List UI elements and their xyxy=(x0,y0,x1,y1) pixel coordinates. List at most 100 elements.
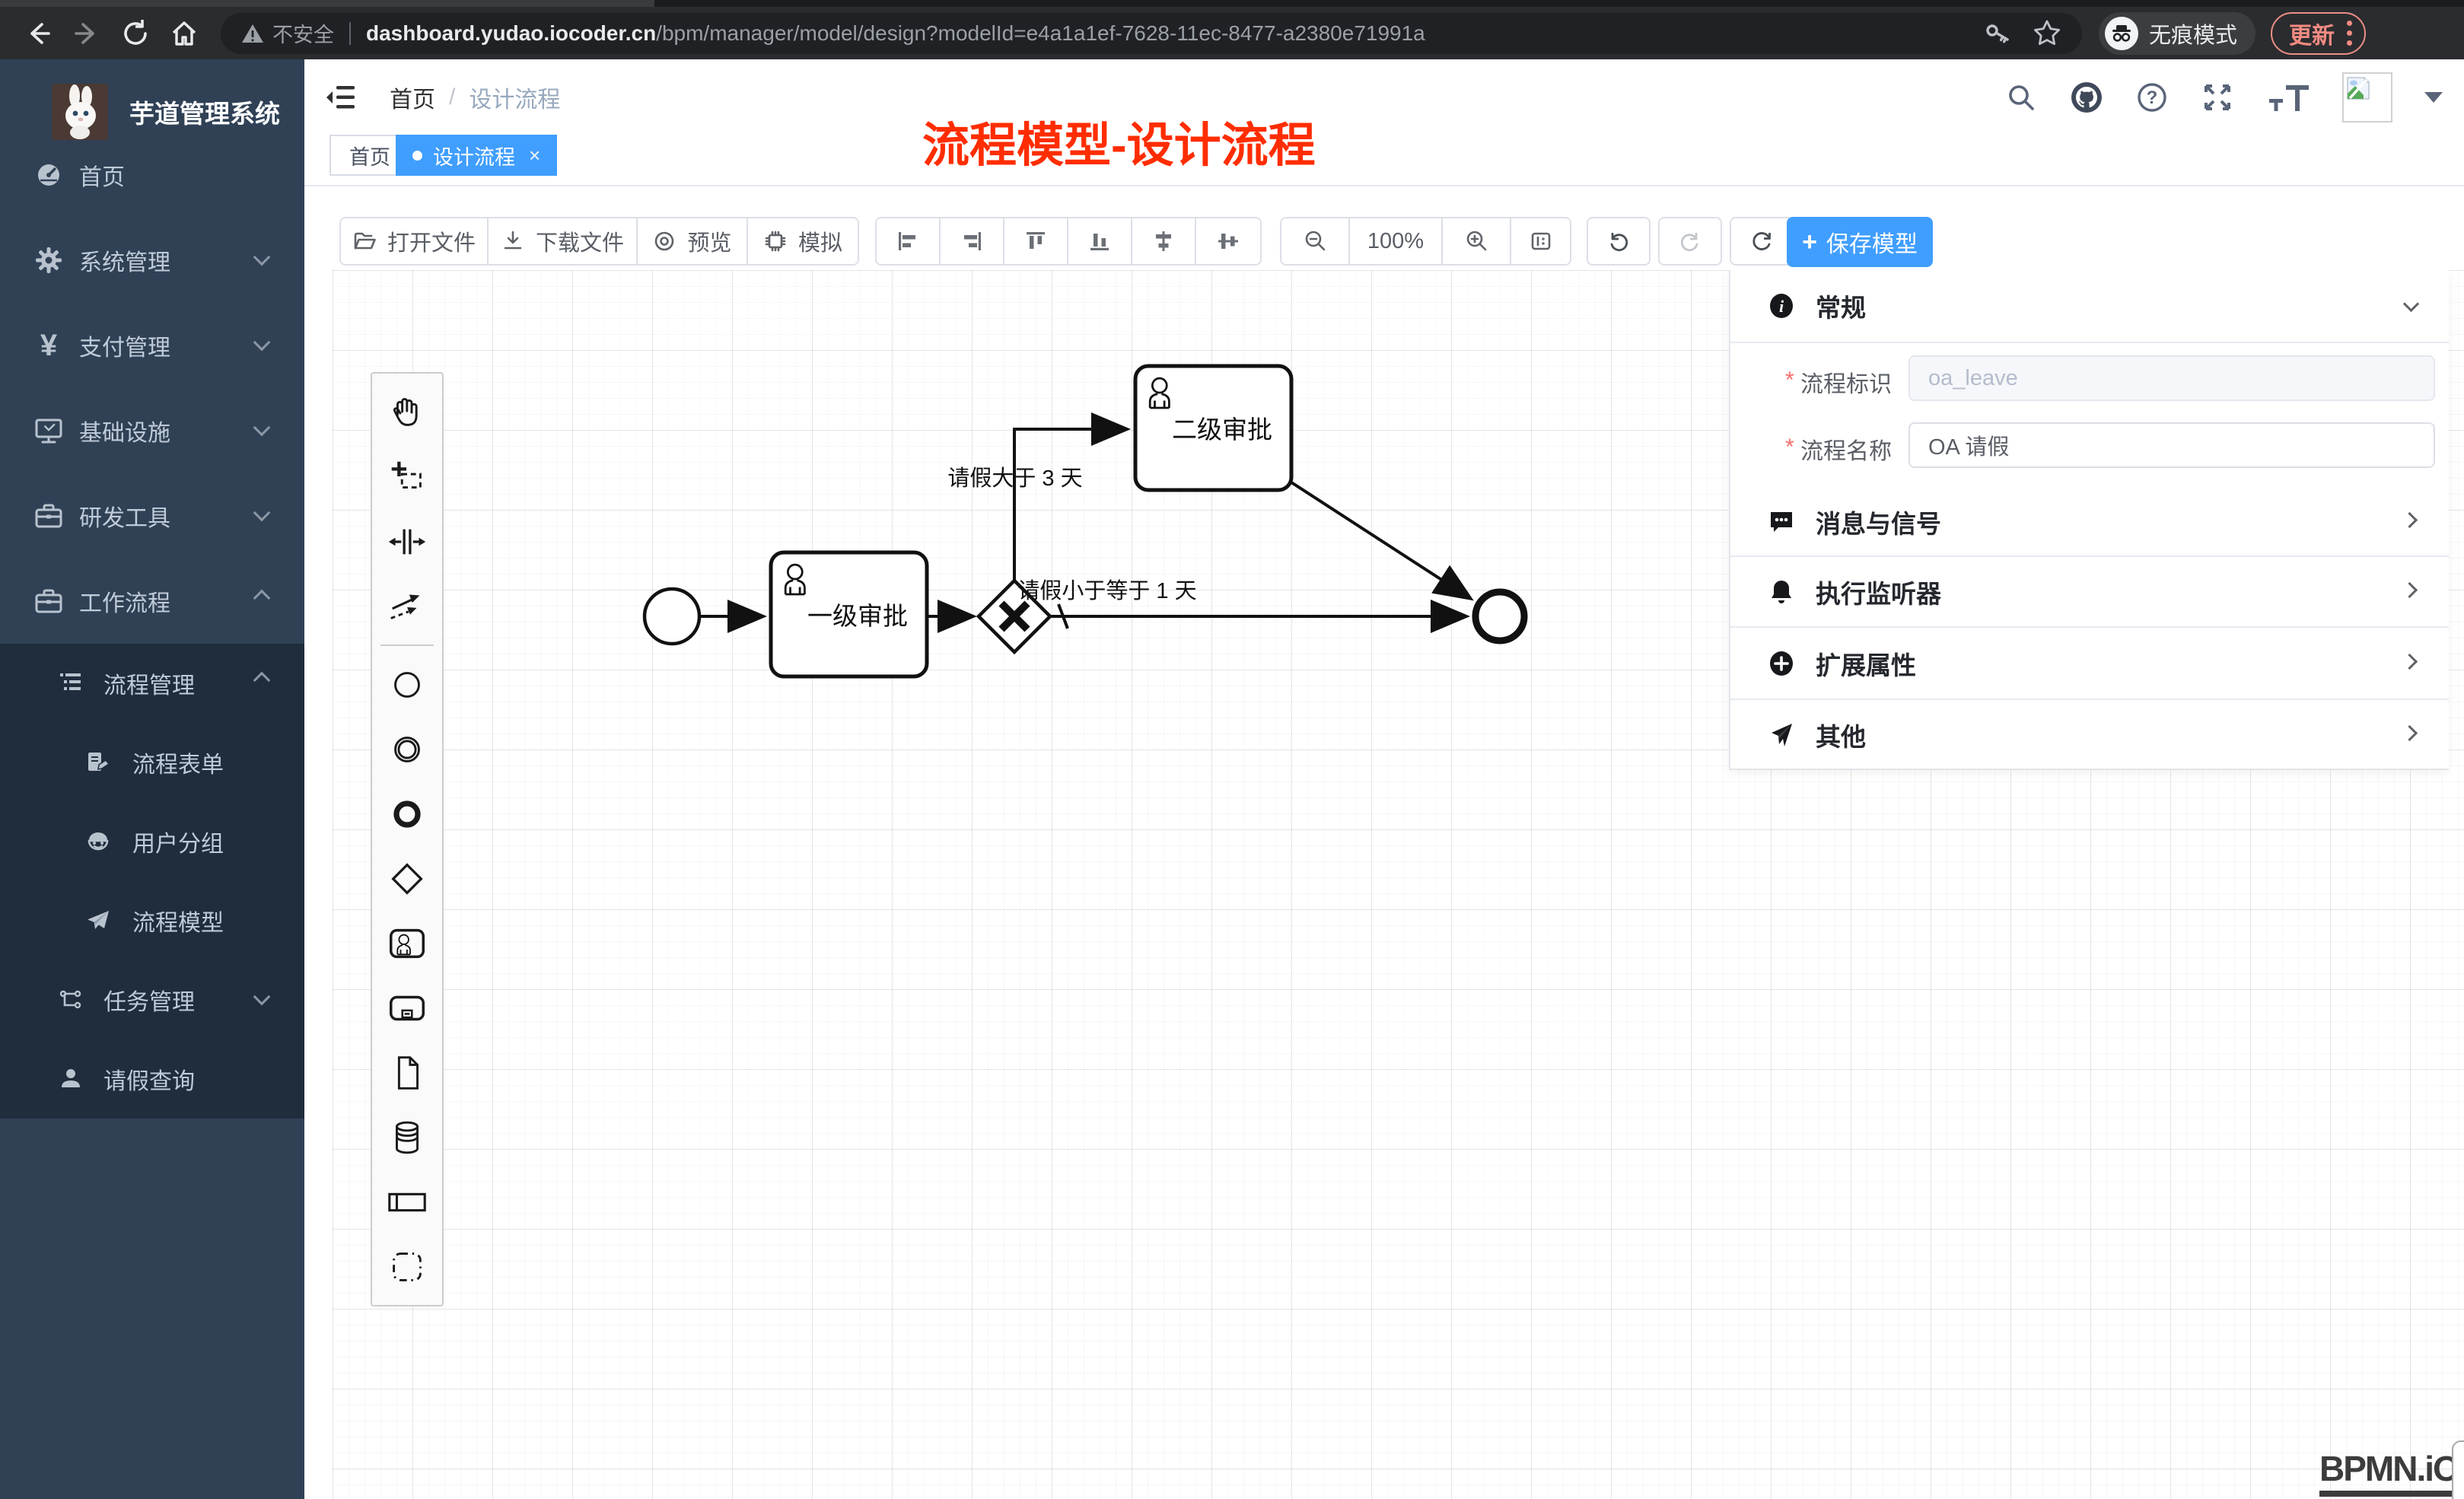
user-task-level2[interactable]: 二级审批 xyxy=(1135,366,1291,490)
message-icon xyxy=(1767,508,1796,536)
create-participant[interactable] xyxy=(372,1170,442,1234)
browser-address-bar[interactable]: 不安全 dashboard.yudao.iocoder.cn/bpm/manag… xyxy=(221,13,2082,54)
fullscreen-icon[interactable] xyxy=(2199,79,2236,116)
create-user-task[interactable] xyxy=(372,911,442,975)
chevron-down-icon xyxy=(253,334,271,352)
font-size-icon[interactable] xyxy=(2265,79,2313,116)
flow-task2-to-end[interactable] xyxy=(1289,481,1469,597)
flow-label-gt3[interactable]: 请假大于 3 天 xyxy=(947,466,1082,491)
zoom-out-button[interactable] xyxy=(1281,218,1350,264)
sidebar-item-workflow[interactable]: 工作流程 xyxy=(0,559,304,644)
bookmark-star-icon[interactable] xyxy=(2032,18,2062,49)
properties-panel: i 常规 * 流程标识 * 流程名称 xyxy=(1729,270,2449,770)
browser-forward-button[interactable] xyxy=(62,12,111,55)
tab-design-process[interactable]: 设计流程 × xyxy=(396,135,557,176)
sidebar-item-label: 任务管理 xyxy=(103,983,195,1017)
process-key-field: * 流程标识 xyxy=(1730,355,2449,401)
flow-gateway-to-task2[interactable] xyxy=(1014,429,1125,581)
bpmn-canvas[interactable]: 一级审批 二级审批 请假 xyxy=(304,270,2464,1499)
avatar-caret-icon[interactable] xyxy=(2424,92,2443,103)
space-tool[interactable] xyxy=(372,509,442,574)
sidebar-item-task-mgmt[interactable]: 任务管理 xyxy=(0,960,304,1039)
site-security-chip[interactable]: 不安全 xyxy=(240,18,334,48)
create-start-event[interactable] xyxy=(372,652,442,717)
minimap-toggle[interactable] xyxy=(2452,1440,2464,1499)
sidebar-item-payment[interactable]: ¥ 支付管理 xyxy=(0,303,304,388)
align-top-button[interactable] xyxy=(1004,218,1068,264)
password-key-icon[interactable] xyxy=(1983,19,2012,48)
sidebar-item-process-form[interactable]: 流程表单 xyxy=(0,723,304,802)
create-end-event[interactable] xyxy=(372,781,442,846)
sidebar-item-label: 首页 xyxy=(79,158,125,192)
global-connect-tool[interactable] xyxy=(372,574,442,638)
browser-menu-icon[interactable] xyxy=(2347,21,2352,46)
browser-reload-button[interactable] xyxy=(111,12,160,55)
browser-update-button[interactable]: 更新 xyxy=(2271,12,2366,55)
undo-button[interactable] xyxy=(1587,217,1651,266)
align-center-button[interactable] xyxy=(1196,218,1260,264)
sidebar-item-system[interactable]: 系统管理 xyxy=(0,218,304,303)
help-icon[interactable]: ? xyxy=(2134,79,2170,116)
create-group[interactable] xyxy=(372,1234,442,1299)
user-task-level1[interactable]: 一级审批 xyxy=(771,552,927,676)
chevron-down-icon xyxy=(253,419,271,437)
sidebar-item-user-group[interactable]: 用户分组 xyxy=(0,802,304,881)
align-bottom-button[interactable] xyxy=(1068,218,1132,264)
section-extended-properties[interactable]: 扩展属性 xyxy=(1730,628,2449,700)
sidebar-item-devtools[interactable]: 研发工具 xyxy=(0,473,304,559)
create-intermediate-event[interactable] xyxy=(372,717,442,781)
save-model-button[interactable]: + 保存模型 xyxy=(1787,217,1933,267)
url-text[interactable]: dashboard.yudao.iocoder.cn/bpm/manager/m… xyxy=(366,21,1972,46)
browser-active-tab[interactable] xyxy=(0,0,654,7)
breadcrumb-home[interactable]: 首页 xyxy=(390,81,435,114)
tab-close-icon[interactable]: × xyxy=(529,144,540,167)
restart-button[interactable] xyxy=(1730,217,1794,266)
align-middle-button[interactable] xyxy=(1132,218,1196,264)
preview-button[interactable]: 预览 xyxy=(638,218,748,264)
download-file-button[interactable]: 下载文件 xyxy=(489,218,638,264)
process-name-input[interactable] xyxy=(1908,422,2435,468)
bpmn-io-watermark[interactable]: BPMN.iO xyxy=(2319,1448,2459,1497)
info-icon: i xyxy=(1767,291,1796,320)
end-event[interactable] xyxy=(1476,592,1524,641)
sidebar-fold-icon[interactable] xyxy=(326,79,362,116)
align-right-button[interactable] xyxy=(941,218,1004,264)
github-icon[interactable] xyxy=(2068,79,2105,116)
sidebar-item-home[interactable]: 首页 xyxy=(0,132,304,218)
sidebar-item-infra[interactable]: 基础设施 xyxy=(0,388,304,473)
browser-back-button[interactable] xyxy=(14,12,62,55)
start-event[interactable] xyxy=(645,589,699,644)
redo-button[interactable] xyxy=(1658,217,1722,266)
section-title: 常规 xyxy=(1816,288,1866,324)
sidebar-item-process-mgmt[interactable]: 流程管理 xyxy=(0,644,304,723)
hand-tool[interactable] xyxy=(372,380,442,444)
sidebar-item-process-model[interactable]: 流程模型 xyxy=(0,881,304,960)
section-general[interactable]: i 常规 xyxy=(1730,270,2449,343)
update-label: 更新 xyxy=(2289,17,2335,50)
simulate-button[interactable]: 模拟 xyxy=(748,218,858,264)
lasso-tool[interactable] xyxy=(372,444,442,509)
palette-separator xyxy=(380,644,434,646)
zoom-in-button[interactable] xyxy=(1443,218,1511,264)
create-subprocess[interactable] xyxy=(372,975,442,1040)
browser-home-button[interactable] xyxy=(160,12,209,55)
zoom-reset-button[interactable] xyxy=(1511,218,1570,264)
sidebar-item-label: 流程管理 xyxy=(103,667,195,700)
section-execution-listeners[interactable]: 执行监听器 xyxy=(1730,557,2449,628)
create-data-store[interactable] xyxy=(372,1105,442,1170)
section-messages-signals[interactable]: 消息与信号 xyxy=(1730,488,2449,557)
process-name-field: * 流程名称 xyxy=(1730,422,2449,468)
sidebar-item-leave-query[interactable]: 请假查询 xyxy=(0,1039,304,1119)
open-file-button[interactable]: 打开文件 xyxy=(341,218,489,264)
flow-label-le1[interactable]: 请假小于等于 1 天 xyxy=(1017,578,1196,603)
align-left-button[interactable] xyxy=(877,218,941,264)
avatar[interactable] xyxy=(2342,72,2392,123)
create-gateway[interactable] xyxy=(372,846,442,911)
browser-chrome: 不安全 dashboard.yudao.iocoder.cn/bpm/manag… xyxy=(0,0,2464,59)
process-key-input[interactable] xyxy=(1908,355,2435,401)
zoom-button-group: 100% xyxy=(1280,217,1571,266)
section-other[interactable]: 其他 xyxy=(1730,700,2449,770)
search-icon[interactable] xyxy=(2003,79,2039,116)
create-data-object[interactable] xyxy=(372,1040,442,1105)
send-icon xyxy=(1767,721,1796,750)
